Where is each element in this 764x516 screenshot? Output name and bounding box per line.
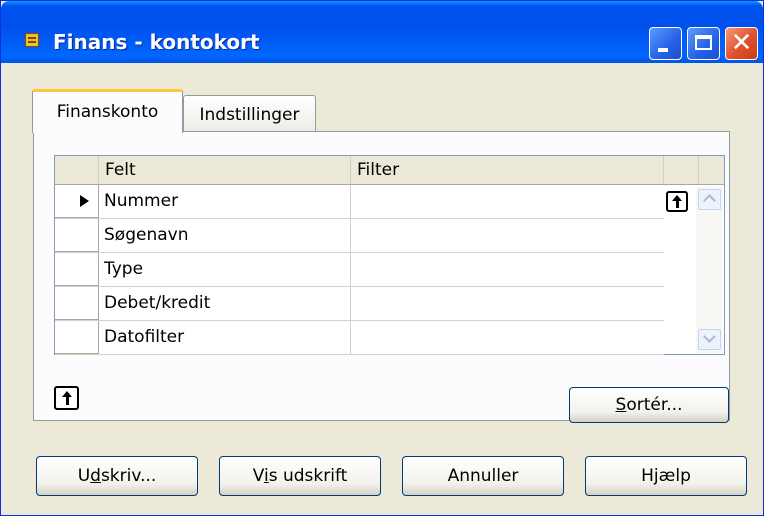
row-selector[interactable] — [55, 287, 99, 320]
header-corner — [55, 156, 99, 184]
arrow-up-icon[interactable] — [54, 386, 79, 410]
tab-finanskonto[interactable]: Finanskonto — [32, 89, 183, 133]
grid-header: Felt Filter — [55, 156, 724, 185]
cell-felt[interactable]: Type — [99, 253, 351, 286]
dialog-window: Finans - kontokort ✕ Indstillinger Finan… — [0, 0, 764, 516]
print-button[interactable]: Udskriv... — [36, 456, 198, 496]
scroll-up-icon[interactable] — [698, 189, 721, 210]
form-icon — [25, 33, 39, 47]
row-selector[interactable] — [55, 219, 99, 252]
row-selector[interactable] — [55, 321, 99, 354]
column-header-filter[interactable]: Filter — [351, 156, 664, 184]
cell-filter[interactable] — [351, 253, 664, 286]
cell-felt[interactable]: Nummer — [99, 185, 351, 218]
scroll-down-icon[interactable] — [698, 329, 721, 350]
filter-grid: Felt Filter Nummer Søgenavn Type Debet/k… — [54, 155, 725, 355]
table-row[interactable]: Debet/kredit — [55, 287, 664, 321]
window-title: Finans - kontokort — [53, 30, 260, 54]
header-spacer — [664, 156, 699, 184]
maximize-button[interactable] — [687, 27, 720, 60]
cell-filter[interactable] — [351, 185, 664, 218]
table-row[interactable]: Søgenavn — [55, 219, 664, 253]
cell-filter[interactable] — [351, 321, 664, 354]
move-up-icon[interactable] — [666, 191, 688, 212]
help-button[interactable]: Hjælp — [585, 456, 747, 496]
minimize-button[interactable] — [649, 27, 682, 60]
tab-indstillinger[interactable]: Indstillinger — [183, 95, 316, 133]
row-selector-current[interactable] — [55, 185, 99, 218]
table-row[interactable]: Datofilter — [55, 321, 664, 355]
close-button[interactable]: ✕ — [725, 27, 758, 60]
grid-rows: Nummer Søgenavn Type Debet/kredit Datofi — [55, 185, 664, 355]
cancel-button[interactable]: Annuller — [402, 456, 564, 496]
title-bar[interactable]: Finans - kontokort ✕ — [1, 1, 763, 63]
column-header-felt[interactable]: Felt — [99, 156, 351, 184]
row-selector[interactable] — [55, 253, 99, 286]
cell-filter[interactable] — [351, 219, 664, 252]
grid-scrollbar[interactable] — [696, 187, 723, 353]
table-row[interactable]: Nummer — [55, 185, 664, 219]
sort-button[interactable]: Sortér... — [569, 387, 729, 423]
close-icon: ✕ — [730, 28, 753, 58]
table-row[interactable]: Type — [55, 253, 664, 287]
cell-felt[interactable]: Debet/kredit — [99, 287, 351, 320]
cell-felt[interactable]: Søgenavn — [99, 219, 351, 252]
cell-felt[interactable]: Datofilter — [99, 321, 351, 354]
print-preview-button[interactable]: Vis udskrift — [219, 456, 381, 496]
cell-filter[interactable] — [351, 287, 664, 320]
